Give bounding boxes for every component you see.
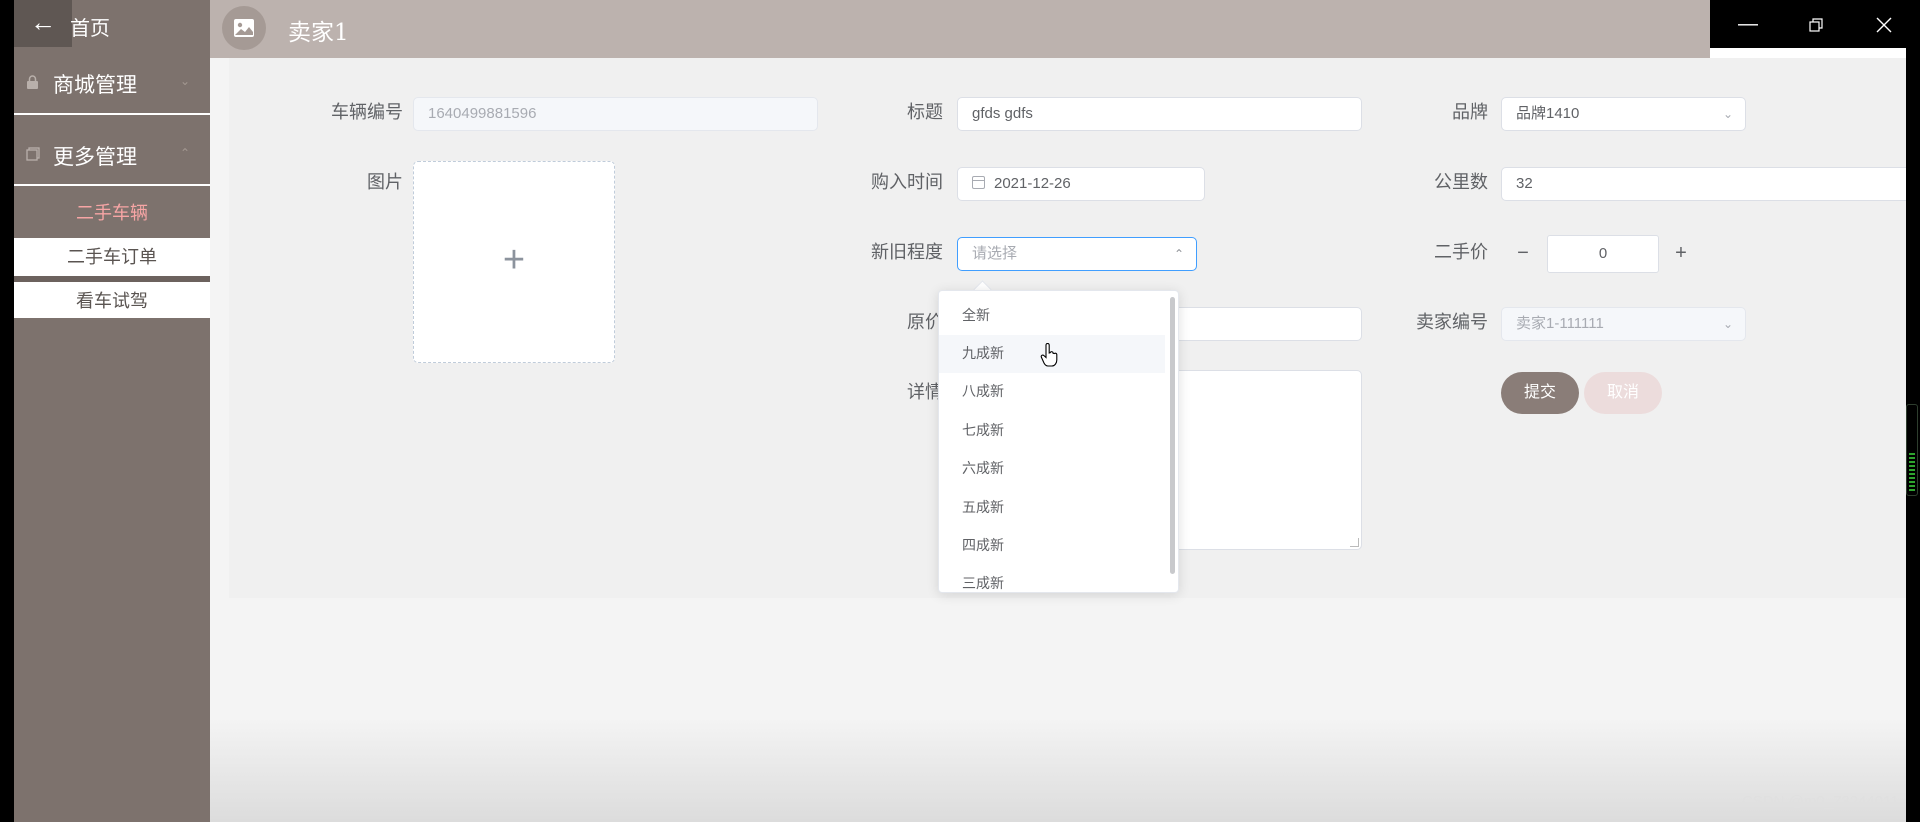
image-uploader[interactable]: + [413, 161, 615, 363]
image-label: 图片 [367, 172, 403, 192]
sidebar-background [14, 318, 210, 822]
dropdown-option[interactable]: 三成新 [939, 565, 1165, 592]
hand-cursor-icon [1040, 343, 1058, 367]
image-icon [234, 19, 254, 37]
details-label: 详情 [907, 382, 943, 402]
resize-handle[interactable] [1350, 538, 1359, 547]
avatar[interactable] [222, 6, 266, 50]
chevron-up-icon: ⌃ [1173, 247, 1184, 261]
original-price-label: 原价 [907, 312, 943, 332]
sidebar-item-test-drive[interactable]: 看车试驾 [14, 282, 210, 320]
purchase-time-label: 购入时间 [871, 172, 943, 192]
calendar-icon [972, 176, 985, 189]
chevron-down-icon: ⌄ [1722, 317, 1733, 331]
dropdown-option[interactable]: 全新 [939, 297, 1165, 335]
vehicle-no-label: 车辆编号 [331, 102, 403, 122]
dropdown-scrollbar[interactable] [1170, 297, 1175, 574]
vehicle-no-field[interactable]: 1640499881596 [413, 97, 818, 131]
cancel-button[interactable]: 取消 [1584, 372, 1662, 414]
content-footer [210, 718, 1906, 822]
scroll-indicator [1906, 404, 1918, 496]
restore-icon[interactable] [1796, 8, 1836, 40]
condition-placeholder: 请选择 [972, 245, 1018, 262]
top-bar: 卖家1 [210, 0, 1710, 58]
dropdown-option[interactable]: 五成新 [939, 489, 1165, 527]
purchase-date-picker[interactable]: 2021-12-26 [957, 167, 1205, 201]
menu-group-label: 更多管理 [53, 146, 137, 169]
seller-no-label: 卖家编号 [1416, 312, 1488, 332]
sidebar-item-used-car-orders[interactable]: 二手车订单 [14, 238, 210, 276]
plus-icon: + [502, 239, 526, 281]
back-arrow-icon[interactable]: ← [14, 0, 72, 47]
dropdown-option[interactable]: 四成新 [939, 527, 1165, 565]
menu-group-mall[interactable]: 商城管理 ⌄ [14, 56, 210, 112]
title-label: 标题 [907, 102, 943, 122]
menu-group-label: 商城管理 [53, 74, 137, 97]
condition-label: 新旧程度 [871, 242, 943, 262]
minimize-icon[interactable]: — [1728, 8, 1768, 40]
sidebar: ← 首页 商城管理 ⌄ 更多管理 ⌃ 二手车辆 二手车订单 看车试驾 [14, 0, 210, 822]
submit-button[interactable]: 提交 [1501, 372, 1579, 414]
decrease-button[interactable]: − [1501, 235, 1545, 273]
menu-divider [14, 113, 210, 115]
brand-select[interactable]: 品牌1410 ⌄ [1501, 97, 1746, 131]
increase-button[interactable]: + [1659, 235, 1703, 273]
watermark: CSDN @m0_73244011 [1742, 793, 1899, 810]
brand-value: 品牌1410 [1516, 105, 1580, 122]
mileage-label: 公里数 [1434, 172, 1488, 192]
window-controls: — [1710, 0, 1906, 48]
condition-dropdown: 全新 九成新 八成新 七成新 六成新 五成新 四成新 三成新 [938, 290, 1179, 593]
dropdown-option[interactable]: 八成新 [939, 373, 1165, 411]
brand-label: 品牌 [1452, 102, 1488, 122]
app-window: ← 首页 商城管理 ⌄ 更多管理 ⌃ 二手车辆 二手车订单 看车试驾 卖家1 —… [14, 0, 1906, 822]
home-link[interactable]: 首页 [70, 12, 110, 41]
used-price-value[interactable]: 0 [1547, 235, 1659, 273]
menu-divider [14, 184, 210, 186]
seller-no-value: 卖家1-111111 [1516, 315, 1604, 332]
mileage-field[interactable]: 32 [1501, 167, 1906, 201]
menu-group-more[interactable]: 更多管理 ⌃ [14, 128, 210, 184]
used-price-stepper: − 0 + [1501, 235, 1706, 273]
copy-icon [26, 147, 40, 161]
chevron-up-icon: ⌃ [179, 146, 190, 160]
lock-icon [26, 75, 40, 89]
seller-name: 卖家1 [288, 20, 349, 46]
seller-no-select[interactable]: 卖家1-111111 ⌄ [1501, 307, 1746, 341]
purchase-date-value: 2021-12-26 [994, 175, 1071, 192]
chevron-down-icon: ⌄ [179, 74, 190, 88]
chevron-down-icon: ⌄ [1722, 107, 1733, 121]
dropdown-option[interactable]: 七成新 [939, 412, 1165, 450]
title-field[interactable]: gfds gdfs [957, 97, 1362, 131]
condition-select[interactable]: 请选择 ⌃ [957, 237, 1197, 271]
sidebar-item-used-cars[interactable]: 二手车辆 [14, 193, 210, 233]
home-row: ← 首页 [14, 0, 210, 47]
dropdown-option[interactable]: 六成新 [939, 450, 1165, 488]
used-price-label: 二手价 [1434, 242, 1488, 262]
close-icon[interactable] [1864, 8, 1904, 40]
